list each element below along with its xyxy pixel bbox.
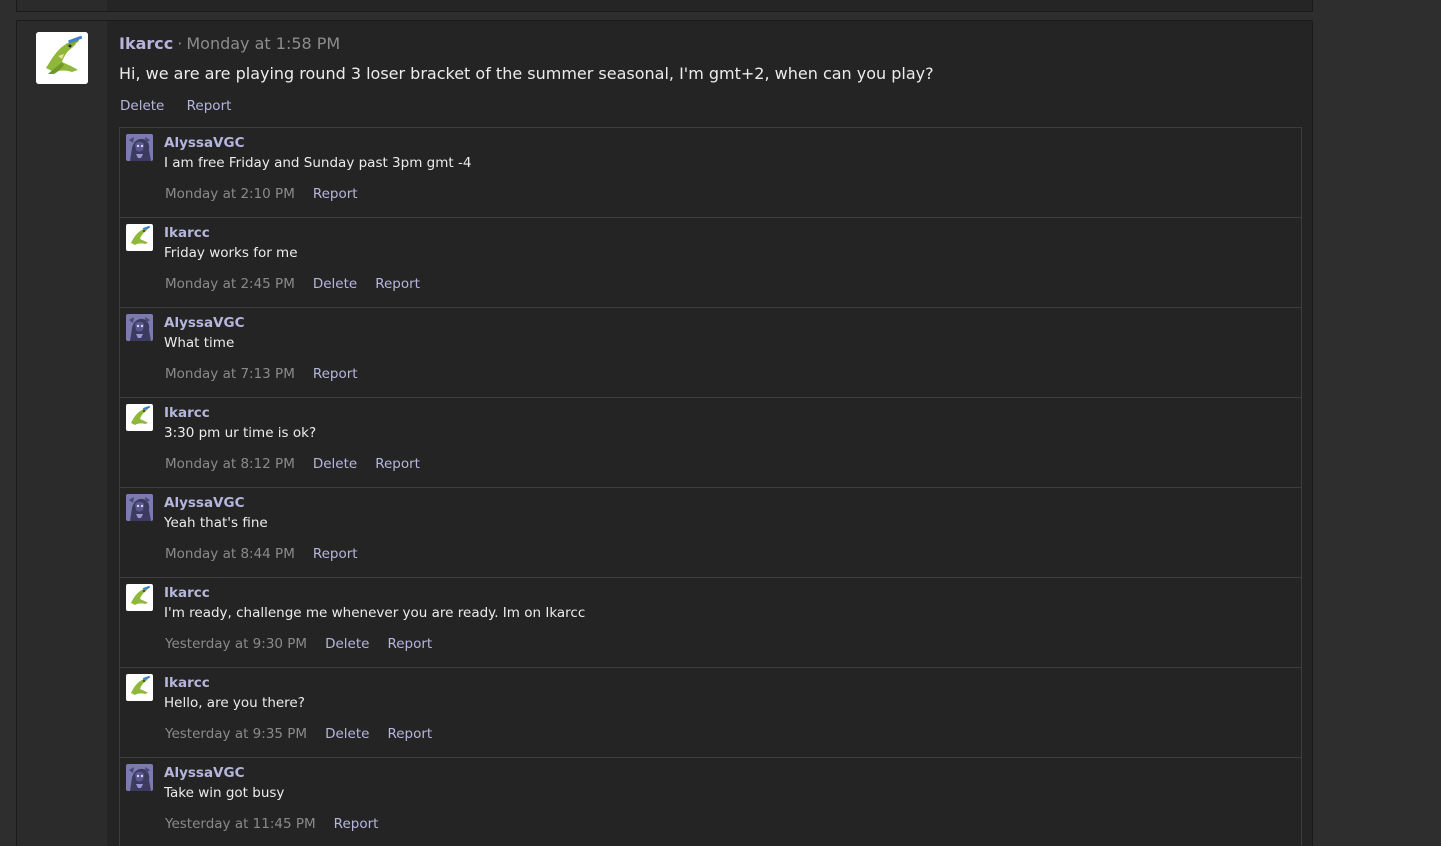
comment-report-link[interactable]: Report — [313, 546, 358, 562]
comment-meta: Yesterday at 9:30 PM Delete Report — [165, 636, 450, 652]
crocodile-avatar-icon[interactable] — [126, 584, 153, 611]
comment-author-link[interactable]: Ikarcc — [164, 585, 210, 601]
post-report-link[interactable]: Report — [187, 98, 232, 114]
alyssa-avatar-icon[interactable] — [126, 494, 153, 521]
comment-timestamp[interactable]: Monday at 2:10 PM — [165, 186, 295, 202]
header-separator: · — [177, 34, 183, 53]
alyssa-avatar-icon[interactable] — [126, 314, 153, 341]
comment-text: Hello, are you there? — [164, 695, 305, 711]
comment-timestamp[interactable]: Yesterday at 9:30 PM — [165, 636, 307, 652]
comment-delete-link[interactable]: Delete — [313, 276, 357, 292]
comment-meta: Monday at 2:45 PM Delete Report — [165, 276, 438, 292]
post-avatar-column — [17, 21, 107, 846]
comment-report-link[interactable]: Report — [313, 366, 358, 382]
comment-item: AlyssaVGC Yeah that's fine Monday at 8:44 … — [120, 488, 1301, 578]
comment-item: Ikarcc I'm ready, challenge me whenever y… — [120, 578, 1301, 668]
page: Ikarcc · Monday at 1:58 PM Hi, we are are … — [0, 0, 1441, 846]
crocodile-avatar-icon[interactable] — [126, 224, 153, 251]
comment-report-link[interactable]: Report — [387, 726, 432, 742]
comment-delete-link[interactable]: Delete — [325, 726, 369, 742]
comment-report-link[interactable]: Report — [334, 816, 379, 832]
comment-timestamp[interactable]: Yesterday at 9:35 PM — [165, 726, 307, 742]
alyssa-avatar-icon[interactable] — [126, 134, 153, 161]
comment-item: Ikarcc Friday works for me Monday at 2:45 … — [120, 218, 1301, 308]
comment-item: AlyssaVGC What time Monday at 7:13 PM Repor… — [120, 308, 1301, 398]
comment-text: Take win got busy — [164, 785, 285, 801]
comment-report-link[interactable]: Report — [375, 276, 420, 292]
comment-text: 3:30 pm ur time is ok? — [164, 425, 317, 441]
comment-text: What time — [164, 335, 235, 351]
comment-timestamp[interactable]: Monday at 8:12 PM — [165, 456, 295, 472]
comment-author-link[interactable]: Ikarcc — [164, 405, 210, 421]
comment-text: Yeah that's fine — [164, 515, 268, 531]
post-text: Hi, we are are playing round 3 loser bra… — [119, 64, 934, 83]
previous-message-block — [16, 0, 1313, 12]
comment-meta: Monday at 7:13 PM Report — [165, 366, 376, 382]
post-author-link[interactable]: Ikarcc — [119, 34, 173, 53]
alyssa-avatar-icon[interactable] — [126, 764, 153, 791]
comment-author-link[interactable]: AlyssaVGC — [164, 135, 245, 151]
comment-timestamp[interactable]: Monday at 2:45 PM — [165, 276, 295, 292]
comment-meta: Yesterday at 9:35 PM Delete Report — [165, 726, 450, 742]
crocodile-avatar-icon[interactable] — [126, 404, 153, 431]
comment-timestamp[interactable]: Monday at 8:44 PM — [165, 546, 295, 562]
comment-item: Ikarcc 3:30 pm ur time is ok? Monday at 8:… — [120, 398, 1301, 488]
comment-timestamp[interactable]: Monday at 7:13 PM — [165, 366, 295, 382]
profile-post: Ikarcc · Monday at 1:58 PM Hi, we are are … — [16, 20, 1313, 846]
comment-author-link[interactable]: Ikarcc — [164, 675, 210, 691]
comment-report-link[interactable]: Report — [313, 186, 358, 202]
comment-author-link[interactable]: AlyssaVGC — [164, 765, 245, 781]
comment-meta: Yesterday at 11:45 PM Report — [165, 816, 396, 832]
comment-meta: Monday at 8:12 PM Delete Report — [165, 456, 438, 472]
comment-text: Friday works for me — [164, 245, 298, 261]
comment-meta: Monday at 8:44 PM Report — [165, 546, 376, 562]
comment-delete-link[interactable]: Delete — [325, 636, 369, 652]
comment-timestamp[interactable]: Yesterday at 11:45 PM — [165, 816, 316, 832]
comment-author-link[interactable]: Ikarcc — [164, 225, 210, 241]
post-header: Ikarcc · Monday at 1:58 PM — [119, 34, 340, 53]
comment-author-link[interactable]: AlyssaVGC — [164, 495, 245, 511]
comment-report-link[interactable]: Report — [375, 456, 420, 472]
post-actions: Delete Report — [120, 98, 249, 114]
comment-list: AlyssaVGC I am free Friday and Sunday pas… — [119, 127, 1302, 846]
comment-delete-link[interactable]: Delete — [313, 456, 357, 472]
post-timestamp[interactable]: Monday at 1:58 PM — [186, 34, 340, 53]
comment-meta: Monday at 2:10 PM Report — [165, 186, 376, 202]
crocodile-avatar-icon[interactable] — [36, 32, 88, 84]
crocodile-avatar-icon[interactable] — [126, 674, 153, 701]
comment-item: AlyssaVGC Take win got busy Yesterday at 1… — [120, 758, 1301, 846]
comment-author-link[interactable]: AlyssaVGC — [164, 315, 245, 331]
comment-text: I'm ready, challenge me whenever you are… — [164, 605, 586, 621]
comment-report-link[interactable]: Report — [387, 636, 432, 652]
comment-item: Ikarcc Hello, are you there? Yesterday at … — [120, 668, 1301, 758]
comment-text: I am free Friday and Sunday past 3pm gmt… — [164, 155, 472, 171]
previous-message-sidebar — [17, 0, 107, 11]
comment-item: AlyssaVGC I am free Friday and Sunday pas… — [120, 128, 1301, 218]
post-delete-link[interactable]: Delete — [120, 98, 164, 114]
